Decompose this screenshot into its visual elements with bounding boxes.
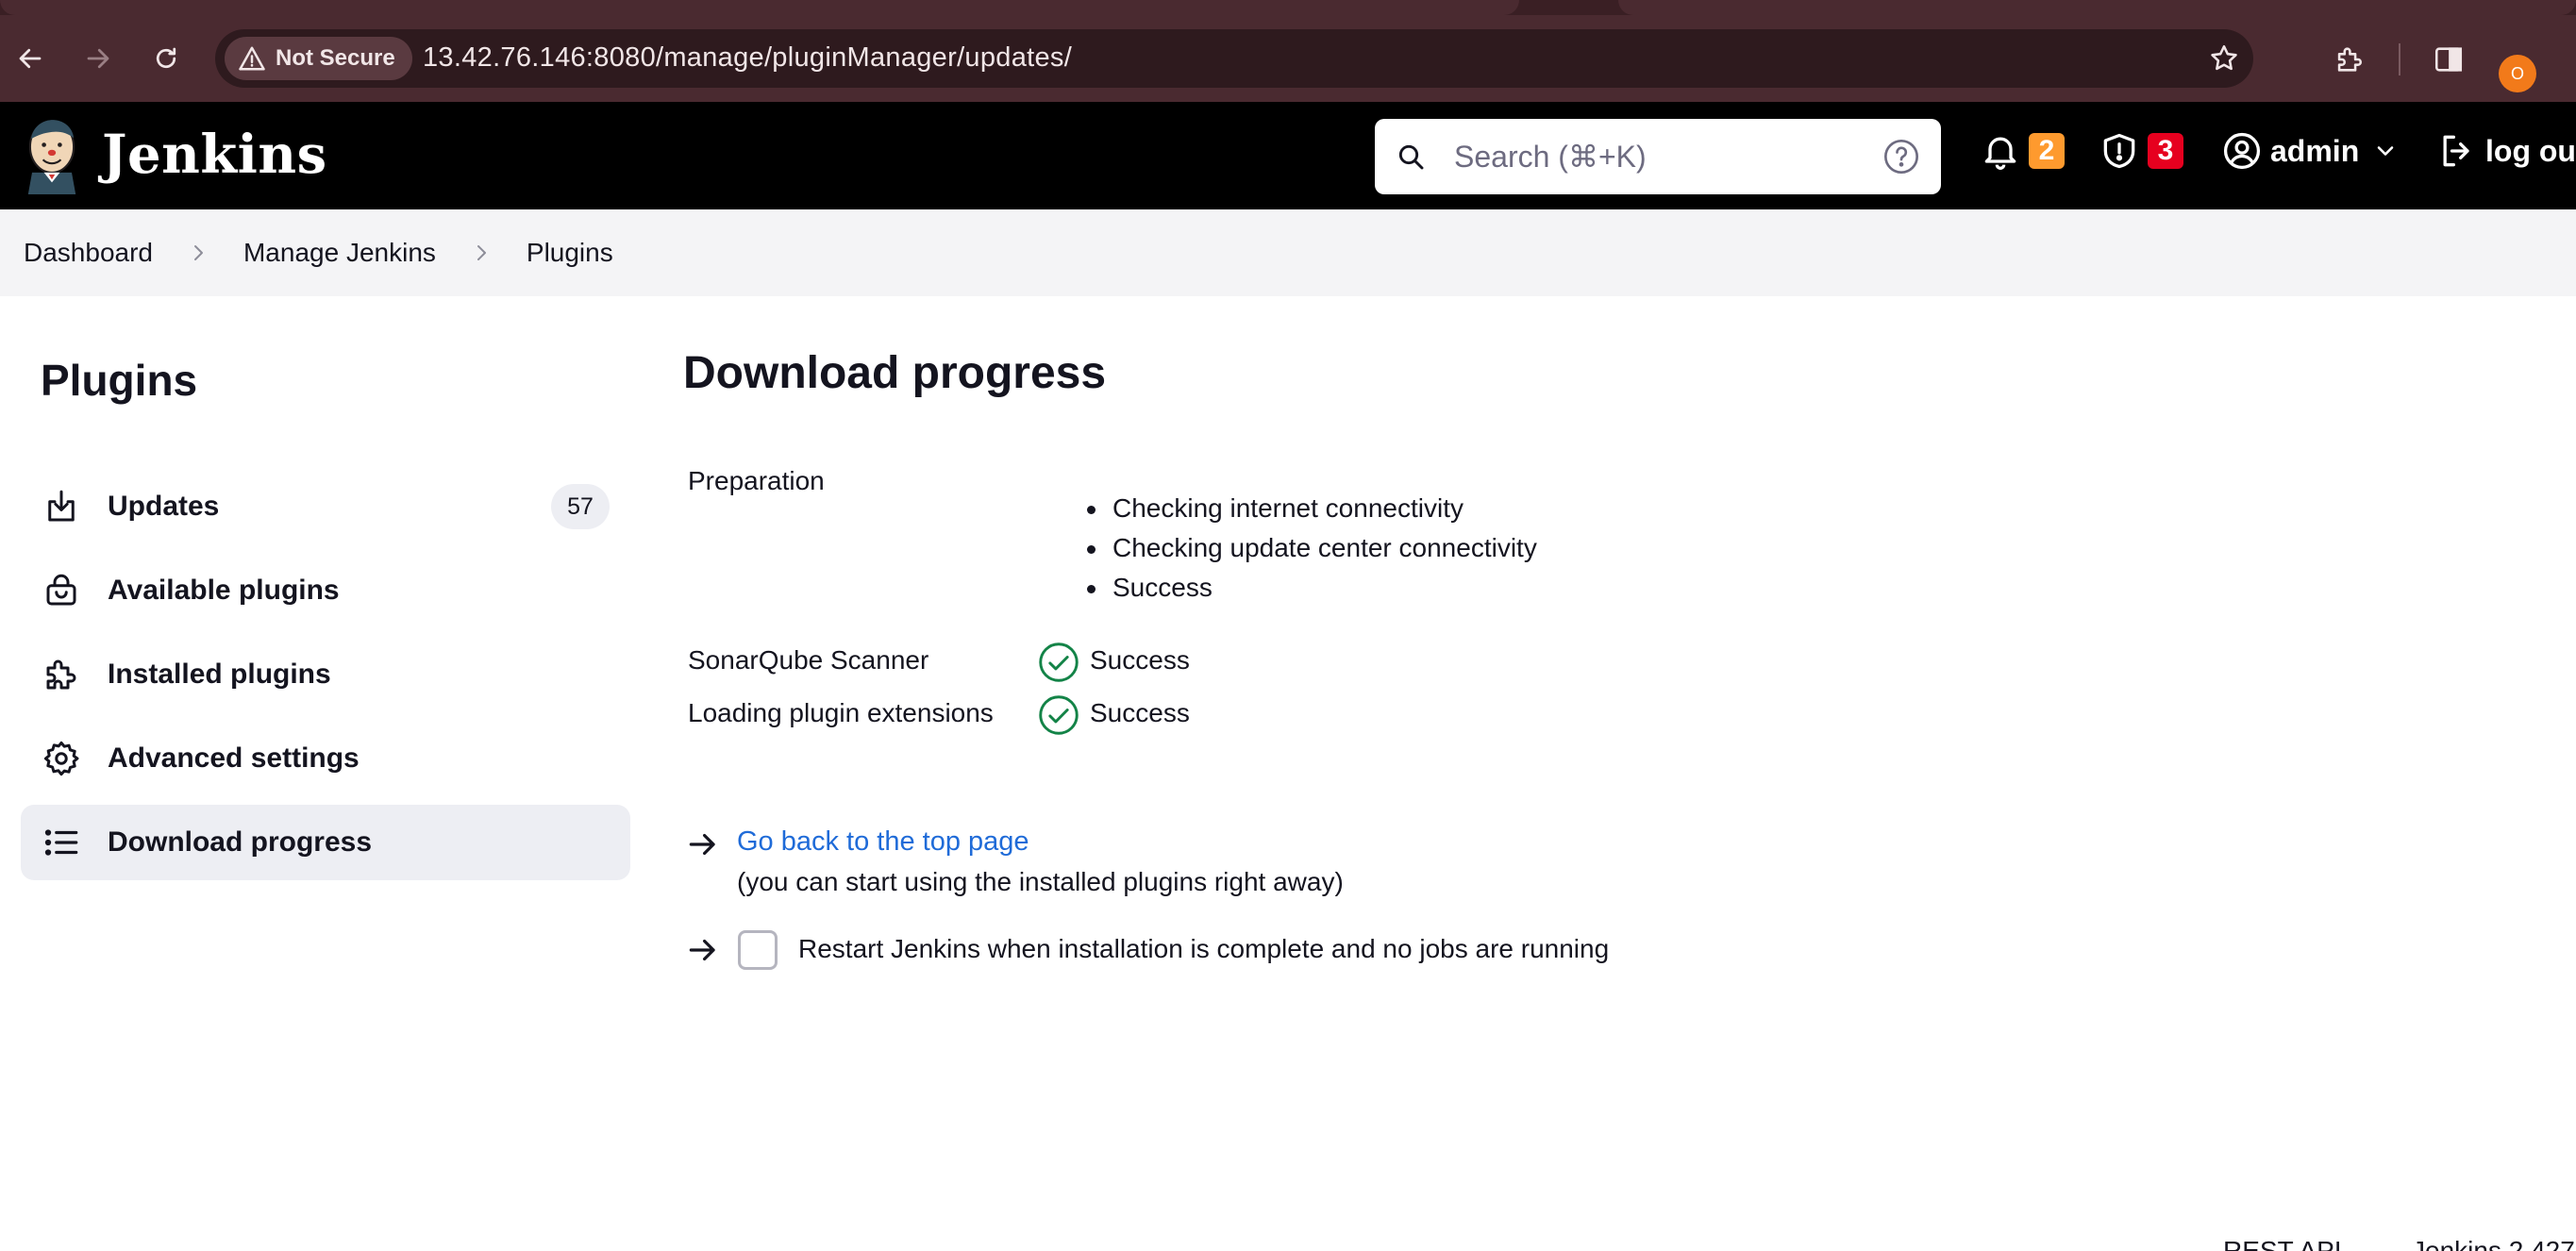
search-box[interactable] bbox=[1375, 119, 1941, 194]
security-label: Not Secure bbox=[276, 45, 395, 71]
list-item: Checking internet connectivity bbox=[1083, 489, 1537, 528]
list-item: Checking update center connectivity bbox=[1083, 528, 1537, 568]
sidebar-item-updates[interactable]: Updates 57 bbox=[21, 469, 630, 544]
back-to-top-link[interactable]: Go back to the top page bbox=[737, 826, 1029, 858]
back-arrow-icon[interactable] bbox=[11, 40, 49, 77]
warning-icon bbox=[239, 46, 265, 71]
breadcrumb-dashboard[interactable]: Dashboard bbox=[24, 238, 153, 268]
arrow-right-icon bbox=[689, 833, 715, 856]
sidebar-item-label: Advanced settings bbox=[108, 742, 360, 774]
page-title: Download progress bbox=[683, 348, 1107, 398]
user-menu[interactable]: admin bbox=[2221, 130, 2399, 172]
side-panel-icon[interactable] bbox=[2429, 40, 2468, 79]
sidebar-item-installed-plugins[interactable]: Installed plugins bbox=[21, 637, 630, 712]
security-warnings-button[interactable]: 3 bbox=[2099, 130, 2183, 172]
shopping-bag-icon bbox=[46, 574, 76, 606]
reload-icon[interactable] bbox=[147, 40, 185, 77]
breadcrumb-manage-jenkins[interactable]: Manage Jenkins bbox=[243, 238, 436, 268]
sidebar-item-download-progress[interactable]: Download progress bbox=[21, 805, 630, 880]
search-icon bbox=[1398, 144, 1424, 170]
puzzle-icon bbox=[46, 659, 76, 690]
site-info-chip[interactable]: Not Secure bbox=[225, 37, 412, 80]
chevron-right-icon bbox=[477, 245, 486, 260]
back-note: (you can start using the installed plugi… bbox=[737, 867, 1344, 896]
rest-api-link[interactable]: REST API bbox=[2223, 1236, 2342, 1251]
user-icon bbox=[2223, 132, 2261, 170]
arrow-right-icon bbox=[689, 939, 715, 961]
sidebar-item-label: Download progress bbox=[108, 826, 373, 858]
jenkins-logo-icon bbox=[27, 120, 76, 194]
preparation-label: Preparation bbox=[688, 466, 825, 495]
url-text[interactable]: 13.42.76.146:8080/manage/pluginManager/u… bbox=[423, 42, 1072, 74]
job-name: Loading plugin extensions bbox=[688, 698, 994, 727]
jenkins-home-link[interactable]: Jenkins bbox=[21, 115, 327, 194]
bell-icon bbox=[1984, 137, 2016, 170]
browser-tab[interactable] bbox=[1618, 0, 2576, 15]
list-item: Success bbox=[1083, 568, 1537, 608]
address-bar[interactable]: Not Secure 13.42.76.146:8080/manage/plug… bbox=[215, 29, 2253, 88]
jenkins-version[interactable]: Jenkins 2.427 bbox=[2412, 1236, 2575, 1251]
sidebar-item-label: Updates bbox=[108, 491, 220, 522]
notifications-button[interactable]: 2 bbox=[1980, 130, 2065, 172]
download-icon bbox=[48, 490, 75, 522]
bookmark-star-icon[interactable] bbox=[2204, 39, 2244, 78]
logout-icon bbox=[2443, 135, 2469, 167]
forward-arrow-icon[interactable] bbox=[79, 40, 117, 77]
user-name: admin bbox=[2270, 133, 2360, 168]
restart-checkbox[interactable] bbox=[738, 930, 778, 970]
success-check-icon bbox=[1039, 695, 1079, 735]
help-icon[interactable] bbox=[1882, 138, 1920, 175]
browser-tab[interactable] bbox=[0, 0, 1519, 15]
extensions-icon[interactable] bbox=[2329, 40, 2368, 79]
gear-icon bbox=[43, 741, 79, 776]
sidebar-title: Plugins bbox=[41, 356, 198, 405]
job-status: Success bbox=[1090, 698, 1190, 727]
breadcrumb-plugins[interactable]: Plugins bbox=[527, 238, 613, 268]
breadcrumb: Dashboard Manage Jenkins Plugins bbox=[0, 209, 2576, 296]
chevron-right-icon bbox=[193, 245, 203, 260]
success-check-icon bbox=[1039, 642, 1079, 682]
brand-name: Jenkins bbox=[102, 124, 327, 186]
preparation-steps: Checking internet connectivity Checking … bbox=[1083, 489, 1537, 608]
notifications-count-badge: 2 bbox=[2029, 133, 2065, 169]
logout-label: log out bbox=[2485, 133, 2576, 168]
browser-toolbar: Not Secure 13.42.76.146:8080/manage/plug… bbox=[0, 15, 2576, 102]
sidebar-item-available-plugins[interactable]: Available plugins bbox=[21, 553, 630, 628]
job-name: SonarQube Scanner bbox=[688, 645, 929, 675]
sidebar-nav: Updates 57 Available plugins Installed p… bbox=[21, 469, 630, 889]
sidebar-item-advanced-settings[interactable]: Advanced settings bbox=[21, 721, 630, 796]
restart-label[interactable]: Restart Jenkins when installation is com… bbox=[798, 934, 1609, 964]
shield-icon bbox=[2103, 133, 2135, 169]
toolbar-divider bbox=[2399, 43, 2400, 75]
job-status: Success bbox=[1090, 645, 1190, 675]
updates-count-badge: 57 bbox=[551, 484, 610, 529]
search-input[interactable] bbox=[1454, 128, 1832, 185]
profile-avatar[interactable]: O bbox=[2499, 55, 2536, 92]
sidebar-item-label: Installed plugins bbox=[108, 659, 331, 690]
logout-button[interactable]: log out bbox=[2436, 130, 2576, 172]
browser-tab-strip bbox=[0, 0, 2576, 15]
jenkins-header: Jenkins 2 3 admin log out bbox=[0, 102, 2576, 209]
list-icon bbox=[44, 829, 78, 856]
sidebar-item-label: Available plugins bbox=[108, 575, 340, 606]
security-count-badge: 3 bbox=[2148, 133, 2183, 169]
chevron-down-icon bbox=[2377, 146, 2394, 156]
